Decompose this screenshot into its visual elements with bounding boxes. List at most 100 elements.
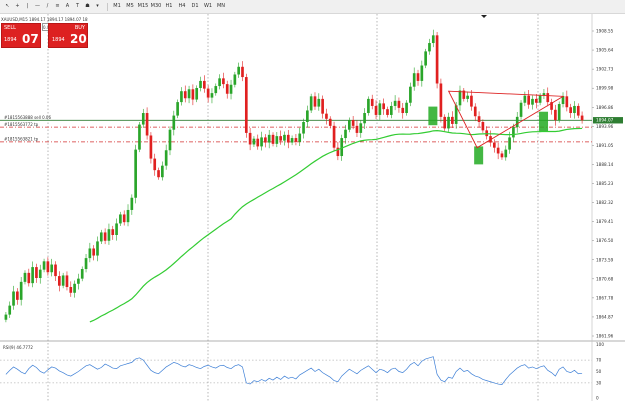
candle-body bbox=[313, 96, 317, 107]
candle-body bbox=[477, 116, 481, 123]
buy-button[interactable]: BUY 1894 20 bbox=[48, 23, 88, 48]
order-level-label: #1815563772 tp bbox=[4, 122, 39, 127]
timeframe-m30[interactable]: M30 bbox=[150, 2, 162, 11]
candle-body bbox=[138, 124, 141, 150]
candle-body bbox=[168, 129, 172, 151]
candle-body bbox=[286, 134, 290, 143]
candle-body bbox=[389, 105, 393, 115]
price-chart[interactable]: #1815563888 sell 0.06 #1815563772 tp #1815… bbox=[0, 14, 625, 401]
candle-body bbox=[546, 93, 550, 103]
candle-body bbox=[237, 66, 241, 75]
candle-body bbox=[111, 229, 115, 235]
candle-body bbox=[519, 102, 523, 117]
price-tick-label: 1885.23 bbox=[596, 181, 614, 186]
channel-tool-icon[interactable]: ≡ bbox=[53, 2, 62, 11]
trendline-tool-icon[interactable]: / bbox=[43, 2, 52, 11]
candle-body bbox=[306, 110, 309, 123]
horizontal-line-tool-icon[interactable]: — bbox=[33, 2, 42, 11]
candle-body bbox=[431, 35, 435, 44]
candle-body bbox=[439, 83, 443, 117]
pointer-tool-icon[interactable]: ↖ bbox=[3, 2, 12, 11]
timeframe-m1[interactable]: M1 bbox=[111, 2, 123, 11]
timeframe-w1[interactable]: W1 bbox=[202, 2, 214, 11]
label-tool-icon[interactable]: T bbox=[73, 2, 82, 11]
timeframe-d1[interactable]: D1 bbox=[189, 2, 201, 11]
price-tick-label: 1861.96 bbox=[596, 334, 614, 339]
price-tick-label: 1882.32 bbox=[596, 200, 614, 205]
candle-body bbox=[470, 95, 473, 107]
price-tick-label: 1873.59 bbox=[596, 257, 614, 262]
candle-body bbox=[27, 272, 31, 284]
shapes-dropdown-icon[interactable]: ▾ bbox=[93, 2, 102, 11]
price-tick-label: 1888.14 bbox=[596, 162, 614, 167]
candle-body bbox=[401, 107, 405, 114]
candle-body bbox=[527, 95, 531, 105]
candle-body bbox=[386, 109, 389, 115]
candle-body bbox=[344, 129, 347, 139]
candle-body bbox=[531, 98, 534, 105]
candle-body bbox=[256, 138, 260, 147]
candle-body bbox=[57, 276, 61, 286]
candle-body bbox=[374, 105, 378, 115]
timeframe-h1[interactable]: H1 bbox=[163, 2, 175, 11]
candle-body bbox=[576, 105, 580, 116]
candle-body bbox=[435, 35, 439, 84]
timeframe-m5[interactable]: M5 bbox=[124, 2, 136, 11]
candle-body bbox=[466, 95, 469, 99]
candle-body bbox=[580, 115, 584, 121]
candle-body bbox=[508, 137, 511, 150]
candle-body bbox=[298, 133, 302, 142]
candle-body bbox=[96, 241, 99, 256]
candle-body bbox=[492, 142, 496, 148]
candle-body bbox=[172, 115, 176, 130]
vertical-line-tool-icon[interactable]: | bbox=[23, 2, 32, 11]
candle-body bbox=[12, 291, 15, 306]
candle-body bbox=[35, 267, 38, 279]
candle-body bbox=[225, 84, 229, 94]
ma-line bbox=[89, 127, 583, 323]
candle-body bbox=[271, 134, 275, 144]
candle-body bbox=[473, 106, 477, 117]
timeframe-mn[interactable]: MN bbox=[215, 2, 227, 11]
candle-body bbox=[130, 197, 134, 210]
candle-body bbox=[202, 80, 206, 89]
candle-body bbox=[405, 102, 408, 114]
rsi-axis-label: 30 bbox=[596, 380, 602, 385]
price-tick-label: 1896.86 bbox=[596, 105, 614, 110]
crosshair-tool-icon[interactable]: + bbox=[13, 2, 22, 11]
rsi-label: RSI(9) 46.7772 bbox=[3, 345, 33, 350]
buy-price-big: 20 bbox=[70, 32, 87, 46]
candle-body bbox=[294, 138, 298, 142]
candle-body bbox=[16, 291, 19, 300]
rsi-panel: RSI(9) 46.7772 100 70 50 30 0 bbox=[0, 342, 604, 401]
price-tick-label: 1905.64 bbox=[596, 48, 614, 53]
timeframe-h4[interactable]: H4 bbox=[176, 2, 188, 11]
candle-body bbox=[164, 150, 168, 166]
candle-body bbox=[180, 91, 183, 103]
candle-body bbox=[103, 232, 107, 241]
candle-body bbox=[38, 269, 42, 279]
candle-body bbox=[428, 43, 431, 52]
candle-body bbox=[4, 314, 8, 320]
text-tool-icon[interactable]: A bbox=[63, 2, 72, 11]
sell-button[interactable]: SELL 1894 07 bbox=[1, 23, 41, 48]
price-tick-label: 1867.78 bbox=[596, 295, 614, 300]
price-tick-label: 1899.98 bbox=[596, 86, 614, 91]
moving-average bbox=[89, 127, 583, 323]
candle-body bbox=[141, 113, 145, 125]
candle-body bbox=[458, 90, 462, 106]
timeframe-m15[interactable]: M15 bbox=[137, 2, 149, 11]
candle-body bbox=[42, 261, 46, 270]
candle-body bbox=[347, 120, 351, 130]
candle-body bbox=[73, 283, 76, 293]
arrow-tool-icon[interactable]: ☗ bbox=[83, 2, 92, 11]
candle-body bbox=[481, 122, 485, 131]
candle-body bbox=[145, 113, 149, 136]
candle-body bbox=[554, 109, 557, 121]
candle-body bbox=[195, 87, 199, 100]
candle-body bbox=[420, 65, 424, 81]
candle-body bbox=[424, 51, 427, 66]
candle-body bbox=[8, 305, 12, 315]
candle-body bbox=[183, 91, 187, 99]
candle-body bbox=[370, 98, 374, 106]
